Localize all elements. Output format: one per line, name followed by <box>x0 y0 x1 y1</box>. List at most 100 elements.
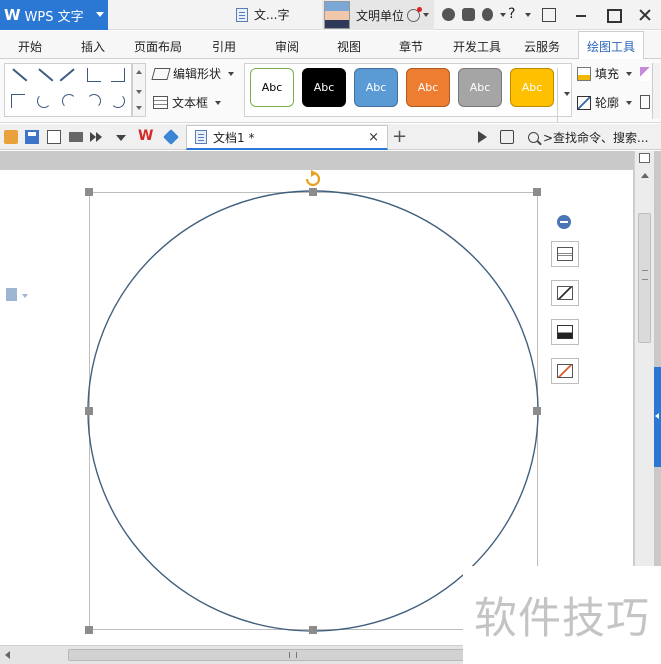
tab-review[interactable]: 审阅 <box>275 38 299 55</box>
effects-icon[interactable] <box>640 67 650 81</box>
minimize-button[interactable] <box>565 0 597 30</box>
shape-edit-button[interactable] <box>551 280 579 306</box>
chevron-down-icon[interactable] <box>525 13 531 17</box>
upload-button[interactable] <box>533 0 565 30</box>
outline-pen-icon <box>557 364 573 378</box>
chevron-down-icon <box>626 100 633 105</box>
user-account[interactable]: 文明单位 <box>322 0 434 30</box>
shape-style-2[interactable]: Abc <box>302 68 346 107</box>
fill-label: 填充 <box>595 67 620 81</box>
shape-style-label: Abc <box>365 81 387 94</box>
curved-connector-icon[interactable] <box>37 94 51 108</box>
resize-handle-w[interactable] <box>85 407 93 415</box>
collapse-panel-icon[interactable] <box>557 215 571 229</box>
rotate-handle[interactable] <box>305 170 321 187</box>
resize-handle-e[interactable] <box>533 407 541 415</box>
close-tab-icon[interactable]: × <box>368 130 379 145</box>
skin-icon[interactable] <box>442 8 455 21</box>
elbow-arrow-connector-icon[interactable] <box>111 68 125 82</box>
shape-style-1[interactable]: Abc <box>250 68 294 107</box>
new-tab-button[interactable]: + <box>392 126 407 147</box>
close-button[interactable] <box>629 0 661 30</box>
tab-cloud[interactable]: 云服务 <box>524 38 560 55</box>
elbow-double-arrow-icon[interactable] <box>11 94 25 108</box>
scroll-up-icon[interactable] <box>641 173 649 178</box>
tab-drawing-tools[interactable]: 绘图工具 <box>578 31 645 60</box>
tab-sections[interactable]: 章节 <box>399 38 423 55</box>
tab-home[interactable]: 开始 <box>18 38 42 55</box>
settings-icon[interactable] <box>462 8 475 21</box>
chevron-down-icon[interactable] <box>500 13 506 17</box>
resize-handle-n[interactable] <box>309 188 317 196</box>
line-icon[interactable] <box>11 68 25 82</box>
play-icon[interactable] <box>476 130 490 144</box>
task-pane-toggle[interactable] <box>654 367 661 467</box>
scroll-down-icon[interactable] <box>136 90 142 94</box>
save-icon[interactable] <box>25 130 39 144</box>
shape-style-5[interactable]: Abc <box>458 68 502 107</box>
ribbon-scroll[interactable] <box>652 63 660 119</box>
double-arrow-line-icon[interactable] <box>62 68 76 82</box>
shape-style-label: Abc <box>521 81 543 94</box>
fill-button[interactable]: 填充 <box>577 65 633 82</box>
app-center-icon[interactable] <box>163 129 179 145</box>
resize-handle-nw[interactable] <box>85 188 93 196</box>
outline-label: 轮廓 <box>595 96 620 110</box>
shape-style-3[interactable]: Abc <box>354 68 398 107</box>
cloud-sync-icon[interactable] <box>482 8 493 21</box>
vertical-scroll-thumb[interactable] <box>638 213 651 343</box>
layout-options-button[interactable] <box>551 241 579 267</box>
resize-handle-sw[interactable] <box>85 626 93 634</box>
resize-handle-s[interactable] <box>309 626 317 634</box>
edit-shape-button[interactable]: 编辑形状 <box>151 65 235 82</box>
textbox-button[interactable]: 文本框 <box>153 94 222 111</box>
tab-references[interactable]: 引用 <box>212 38 236 55</box>
resize-handle-ne[interactable] <box>533 188 541 196</box>
wps-brand-icon[interactable]: W <box>138 128 153 144</box>
print-icon[interactable] <box>69 132 83 142</box>
arrow-line-icon[interactable] <box>37 68 51 82</box>
more-icon[interactable] <box>564 92 570 96</box>
tab-developer[interactable]: 开发工具 <box>453 38 501 55</box>
wps-app-menu[interactable]: W WPS 文字 <box>0 0 108 30</box>
maximize-button[interactable] <box>597 0 629 30</box>
styles-gallery-scroll[interactable] <box>557 68 571 122</box>
print-preview-icon[interactable] <box>47 130 61 144</box>
horizontal-scroll-thumb[interactable] <box>68 649 518 661</box>
scroll-up-icon[interactable] <box>136 70 142 74</box>
search-command-input[interactable]: >查找命令、搜索... <box>528 129 649 146</box>
help-icon[interactable]: ? <box>508 6 515 22</box>
freeform-curve-icon[interactable] <box>111 94 125 108</box>
tab-page-layout[interactable]: 页面布局 <box>134 38 182 55</box>
more-icon[interactable] <box>136 106 142 110</box>
curved-arrow-connector-icon[interactable] <box>62 94 76 108</box>
open-folder-icon[interactable] <box>4 130 18 144</box>
title-bar: W WPS 文字 文...字 文明单位 ? <box>0 0 661 30</box>
grip-icon <box>642 270 648 280</box>
more-commands-icon[interactable] <box>90 130 104 144</box>
scroll-left-icon[interactable] <box>5 651 10 659</box>
window-doc-title[interactable]: 文...字 <box>236 6 289 23</box>
comment-icon[interactable] <box>500 130 514 144</box>
upload-icon <box>542 8 556 22</box>
document-tab[interactable]: 文档1 * × <box>186 125 388 150</box>
layout-options-icon <box>557 247 573 261</box>
customize-toolbar-icon[interactable] <box>116 135 126 141</box>
tab-view[interactable]: 视图 <box>337 38 361 55</box>
split-view-icon[interactable] <box>639 153 650 163</box>
fill-bucket-icon <box>557 325 573 339</box>
circle-shape[interactable] <box>87 190 539 632</box>
document-icon <box>195 130 207 144</box>
shape-style-6[interactable]: Abc <box>510 68 554 107</box>
tab-insert[interactable]: 插入 <box>81 38 105 55</box>
lines-gallery-scroll[interactable] <box>132 63 146 117</box>
shape-outline-more-icon[interactable] <box>640 95 650 109</box>
shape-fill-button[interactable] <box>551 319 579 345</box>
outline-button[interactable]: 轮廓 <box>577 94 633 111</box>
shape-outline-button[interactable] <box>551 358 579 384</box>
chevron-down-icon <box>228 71 235 76</box>
edit-shape-icon <box>151 67 171 80</box>
curved-double-arrow-icon[interactable] <box>87 94 101 108</box>
shape-style-4[interactable]: Abc <box>406 68 450 107</box>
elbow-connector-icon[interactable] <box>87 68 101 82</box>
